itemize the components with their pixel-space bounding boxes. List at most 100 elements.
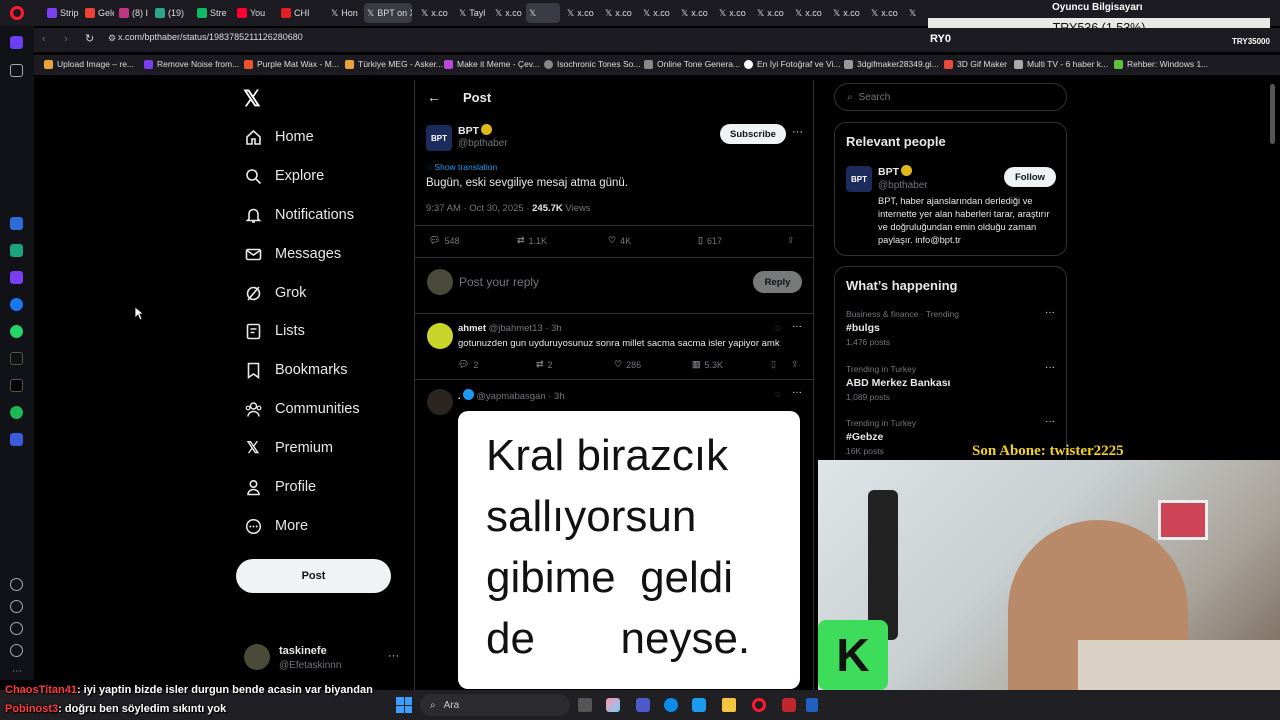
show-translation-link[interactable]: ◌ Show translation <box>427 162 497 172</box>
browser-tab[interactable]: 𝕏x.co <box>754 3 790 23</box>
forward-icon[interactable]: › <box>64 33 68 45</box>
bookmark-item[interactable]: Türkiye MEG - Asker... <box>345 59 443 69</box>
taskbar-search[interactable]: ⌕ Ara <box>420 694 570 716</box>
browser-tab[interactable]: Stre <box>194 3 230 23</box>
author-name[interactable]: BPT <box>458 124 492 137</box>
browser-tab[interactable]: 𝕏x.co <box>640 3 676 23</box>
reply-count[interactable]: 💬︎ 2 <box>458 359 478 370</box>
bookmark-item[interactable]: Remove Noise from... <box>144 59 239 69</box>
opera-logo-icon[interactable] <box>10 6 24 20</box>
browser-tab[interactable]: 𝕏x.co <box>868 3 904 23</box>
browser-tab[interactable]: 𝕏x.co <box>564 3 600 23</box>
reply-more-icon[interactable]: ··· <box>792 321 802 332</box>
like-count[interactable]: ♡ 4K <box>608 235 631 246</box>
post-button[interactable]: Post <box>236 559 391 593</box>
edge-icon[interactable] <box>664 698 678 712</box>
bookmark-item[interactable]: 3D Gif Maker <box>944 59 1007 69</box>
back-icon[interactable]: ‹ <box>42 33 46 45</box>
app-icon[interactable] <box>806 698 818 712</box>
messenger-icon[interactable] <box>10 298 23 311</box>
file-explorer-icon[interactable] <box>722 698 736 712</box>
nav-premium[interactable]: 𝕏 Premium <box>244 439 333 457</box>
copilot-icon[interactable] <box>606 698 620 712</box>
browser-tab[interactable]: 𝕏 Hon <box>328 3 362 23</box>
heart-icon[interactable] <box>10 578 23 591</box>
browser-tab[interactable]: 𝕏x.co <box>830 3 866 23</box>
bookmark-item[interactable]: Online Tone Genera... <box>644 59 740 69</box>
player-icon[interactable] <box>10 433 23 446</box>
repost-count[interactable]: ⇄ 1.1K <box>517 235 547 246</box>
browser-tab-active[interactable]: 𝕏 BPT on X <box>364 3 412 23</box>
search-input[interactable]: ⌕ Search <box>834 83 1067 111</box>
more-icon[interactable]: ⋯ <box>12 666 22 677</box>
store-icon[interactable] <box>692 698 706 712</box>
browser-tab[interactable]: (19) <box>152 3 188 23</box>
nav-explore[interactable]: Explore <box>244 167 324 185</box>
browser-tab[interactable]: You <box>234 3 276 23</box>
teams-icon[interactable] <box>636 698 650 712</box>
bookmark-item[interactable]: Make it Meme - Çev... <box>444 59 540 69</box>
post-more-icon[interactable]: ··· <box>792 126 803 138</box>
scrollbar[interactable] <box>1270 84 1275 144</box>
task-view-icon[interactable] <box>578 698 592 712</box>
follow-button[interactable]: Follow <box>1004 167 1056 187</box>
back-arrow-icon[interactable]: ← <box>427 89 441 105</box>
bookmark-item[interactable]: Upload Image – re... <box>44 59 134 69</box>
nav-more[interactable]: More <box>244 517 308 535</box>
home-icon[interactable] <box>10 36 23 49</box>
nav-grok[interactable]: Grok <box>244 284 306 302</box>
reload-icon[interactable]: ↻ <box>85 32 94 45</box>
lightbulb-icon[interactable] <box>10 644 23 657</box>
browser-tab[interactable]: 𝕏x.co <box>716 3 752 23</box>
avatar[interactable] <box>427 323 453 349</box>
grok-icon[interactable]: ◌ <box>775 389 781 400</box>
browser-tab[interactable]: 𝕏x.co <box>792 3 828 23</box>
browser-tab[interactable]: (8) I <box>116 3 150 23</box>
x-icon[interactable] <box>10 379 23 392</box>
trend-item[interactable]: Business & finance · Trending #bulgs 1,4… <box>846 309 1056 347</box>
trend-more-icon[interactable]: ··· <box>1045 362 1055 373</box>
x-logo-icon[interactable]: 𝕏 <box>243 86 261 112</box>
reply-button[interactable]: Reply <box>753 271 802 293</box>
repost-count[interactable]: ⇄ 2 <box>536 359 553 370</box>
browser-tab[interactable]: Strip <box>44 3 80 23</box>
nav-communities[interactable]: Communities <box>244 400 360 418</box>
browser-tab[interactable]: 𝕏x.co <box>602 3 638 23</box>
bookmark-icon[interactable]: ▯ <box>771 359 776 370</box>
trend-item[interactable]: Trending in Turkey ABD Merkez Bankası 1,… <box>846 364 1056 402</box>
reply-image[interactable]: Kral birazcık sallıyorsun gibime geldi d… <box>458 411 800 689</box>
nav-notifications[interactable]: Notifications <box>244 206 354 224</box>
url-text[interactable]: x.com/bpthaber/status/198378521112628068… <box>118 32 303 42</box>
history-icon[interactable] <box>10 600 23 613</box>
tiktok-icon[interactable] <box>10 352 23 365</box>
app-icon[interactable] <box>10 271 23 284</box>
person-name[interactable]: BPT <box>878 165 912 178</box>
views-count[interactable]: ▥ 5.3K <box>692 359 723 370</box>
author-handle[interactable]: @bpthaber <box>458 138 508 149</box>
reply-input[interactable]: Post your reply <box>459 275 539 289</box>
share-icon[interactable]: ⇪ <box>787 235 795 246</box>
avatar[interactable] <box>427 389 453 415</box>
bookmark-item[interactable]: En İyi Fotoğraf ve Vi... <box>744 59 840 69</box>
bookmark-item[interactable]: Purple Mat Wax - M... <box>244 59 339 69</box>
person-avatar[interactable]: BPT <box>846 166 872 192</box>
grok-icon[interactable]: ◌ <box>775 323 781 334</box>
browser-tab[interactable]: 𝕏 <box>526 3 560 23</box>
opera-icon[interactable] <box>752 698 766 712</box>
nav-bookmarks[interactable]: Bookmarks <box>244 361 348 379</box>
avatar[interactable] <box>244 644 270 670</box>
aria-icon[interactable] <box>10 217 23 230</box>
account-more-icon[interactable]: ··· <box>388 650 399 662</box>
chatgpt-icon[interactable] <box>10 244 23 257</box>
browser-tab[interactable]: 𝕏x.co <box>418 3 454 23</box>
author-avatar[interactable]: BPT <box>426 125 452 151</box>
star-icon[interactable] <box>10 64 23 77</box>
settings-icon[interactable] <box>10 622 23 635</box>
reply-author[interactable]: . @yapmabasgan · 3h <box>458 389 565 402</box>
trend-more-icon[interactable]: ··· <box>1045 307 1055 318</box>
share-icon[interactable]: ⇪ <box>791 359 799 370</box>
browser-tab[interactable]: CHI <box>278 3 318 23</box>
browser-tab[interactable]: 𝕏x.co <box>678 3 714 23</box>
browser-tab[interactable]: 𝕏x.co <box>492 3 526 23</box>
site-info-icon[interactable]: ⚙ <box>108 33 116 44</box>
